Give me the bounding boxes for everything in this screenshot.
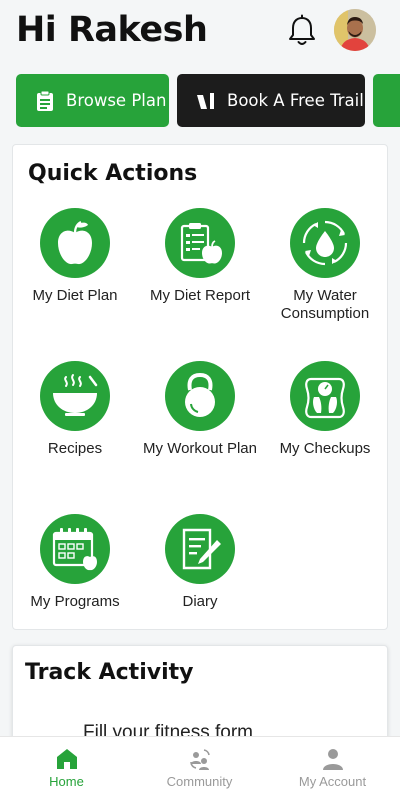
promo-carousel: Browse Plan Book A Free Trail (0, 74, 400, 128)
nav-my-account[interactable]: My Account (266, 737, 399, 800)
action-label: My Diet Report (149, 287, 251, 304)
home-icon (55, 747, 79, 771)
nav-community[interactable]: Community (133, 737, 266, 800)
community-icon (188, 747, 212, 771)
quick-actions-title: Quick Actions (28, 161, 198, 186)
calendar-icon (40, 514, 110, 584)
book-free-trail-button[interactable]: Book A Free Trail (177, 74, 365, 127)
action-my-checkups[interactable]: My Checkups (263, 361, 387, 458)
action-label: My Checkups (279, 440, 371, 457)
header: Hi Rakesh (0, 0, 400, 66)
action-label: Recipes (47, 440, 103, 457)
clipboard-icon (34, 90, 56, 112)
nav-my-account-label: My Account (298, 774, 367, 789)
bowl-icon (40, 361, 110, 431)
kettlebell-icon (165, 361, 235, 431)
brand-logo-icon (195, 90, 217, 112)
nav-home-label: Home (49, 774, 84, 789)
notebook-icon (165, 514, 235, 584)
nav-community-label: Community (166, 774, 233, 789)
action-label: Diary (182, 593, 218, 610)
scale-icon (290, 361, 360, 431)
browse-plan-label: Browse Plan (66, 91, 167, 110)
action-my-water-consumption[interactable]: My Water Consumption (263, 208, 387, 323)
browse-plan-button[interactable]: Browse Plan (16, 74, 169, 127)
avatar[interactable] (334, 9, 376, 51)
nav-home[interactable]: Home (0, 737, 133, 800)
action-my-programs[interactable]: My Programs (13, 514, 137, 611)
water-drop-icon (290, 208, 360, 278)
action-diary[interactable]: Diary (138, 514, 262, 611)
action-my-diet-plan[interactable]: My Diet Plan (13, 208, 137, 305)
apple-icon (40, 208, 110, 278)
next-promo-button[interactable] (373, 74, 400, 127)
action-my-workout-plan[interactable]: My Workout Plan (138, 361, 262, 458)
action-label: My Workout Plan (143, 440, 257, 457)
book-free-trail-label: Book A Free Trail (227, 91, 364, 110)
action-my-diet-report[interactable]: My Diet Report (138, 208, 262, 305)
quick-actions-card: Quick Actions My Diet Plan My Diet Repor… (12, 144, 388, 630)
action-label: My Diet Plan (32, 287, 118, 304)
action-label: My Programs (30, 593, 120, 610)
greeting-title: Hi Rakesh (16, 10, 208, 50)
user-icon (321, 747, 345, 771)
clipboard-apple-icon (165, 208, 235, 278)
track-activity-title: Track Activity (25, 660, 194, 685)
bell-icon[interactable] (286, 14, 318, 48)
action-recipes[interactable]: Recipes (13, 361, 137, 458)
bottom-nav: Home Community My Account (0, 736, 400, 800)
action-label: My Water Consumption (280, 287, 370, 322)
